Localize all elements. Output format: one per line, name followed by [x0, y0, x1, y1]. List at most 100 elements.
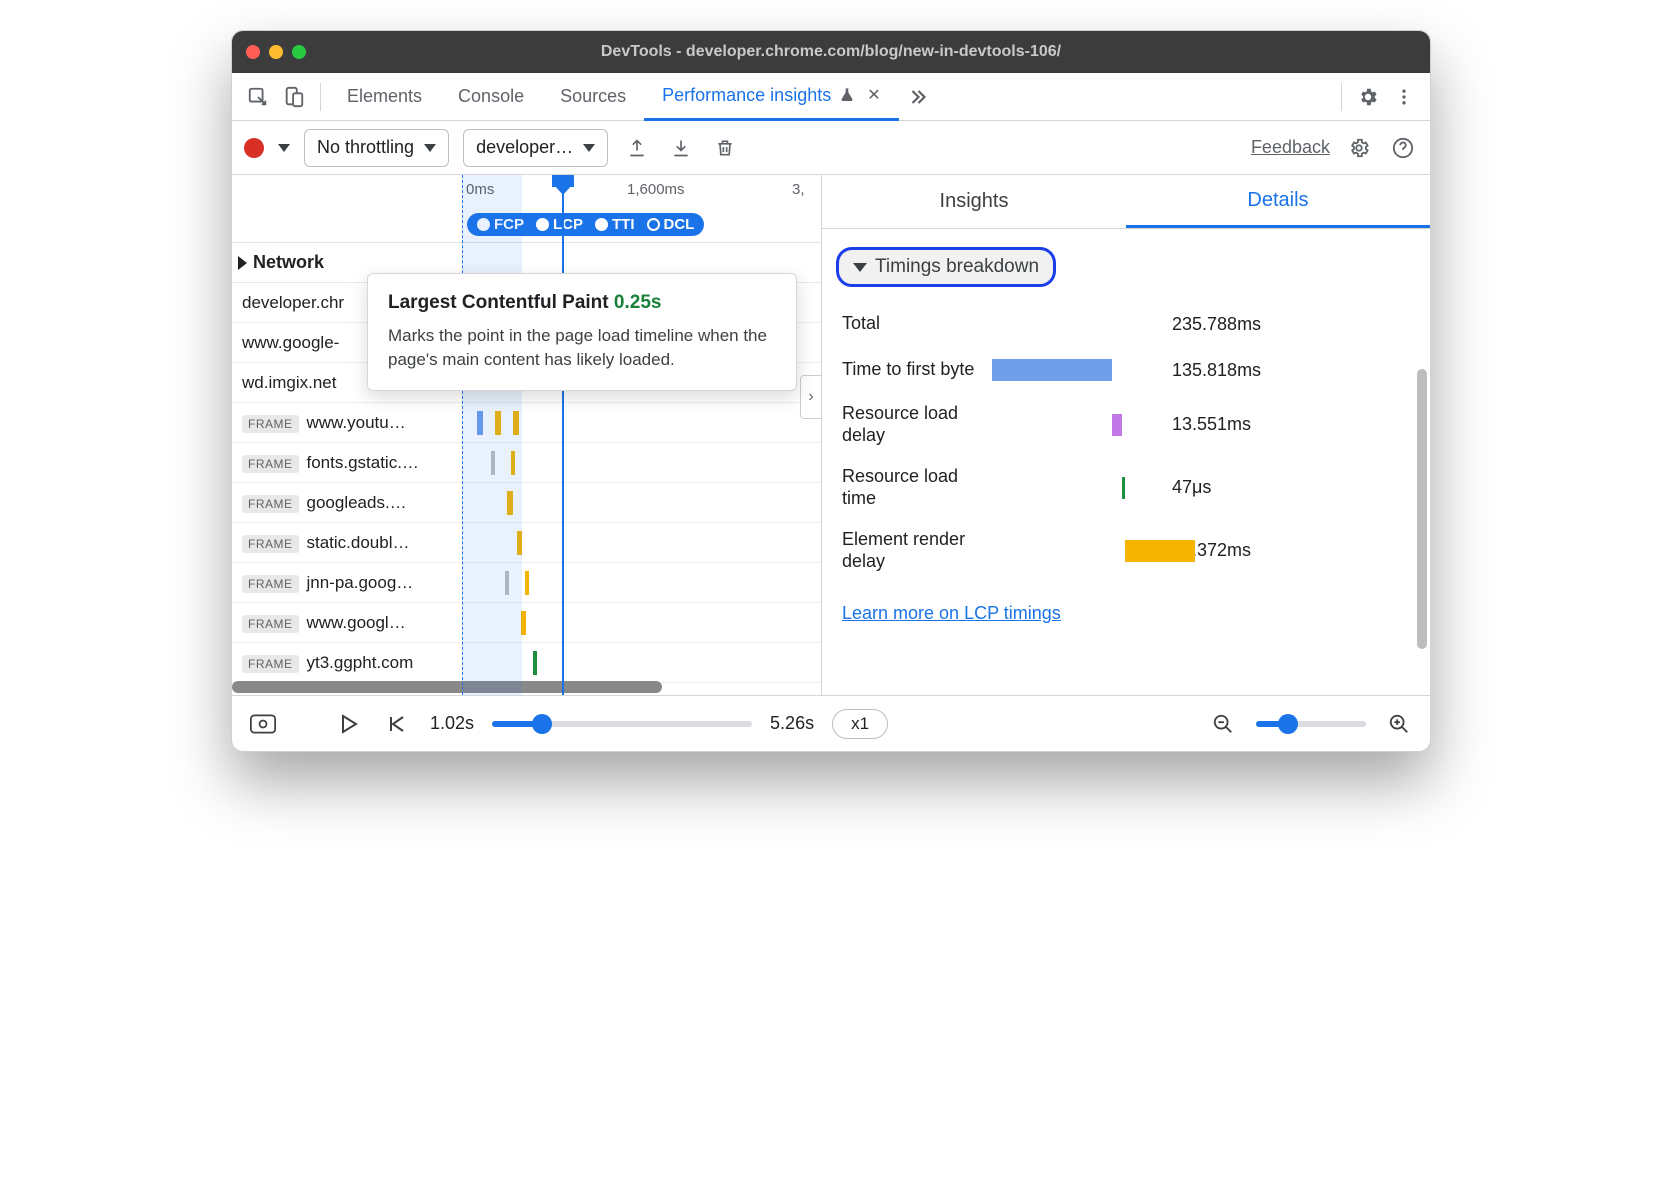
frame-badge: FRAME — [242, 455, 299, 473]
collapse-triangle-icon — [853, 263, 867, 272]
tab-console[interactable]: Console — [440, 73, 542, 121]
traffic-lights — [246, 45, 306, 59]
preview-toggle-icon[interactable] — [248, 709, 278, 739]
timeline-header: 0ms 1,600ms 3, FCP LCP TTI DCL — [232, 175, 821, 243]
dot-icon — [595, 218, 608, 231]
help-icon[interactable] — [1388, 133, 1418, 163]
frame-badge: FRAME — [242, 575, 299, 593]
request-bar[interactable] — [525, 571, 529, 595]
timing-value: 135.818ms — [1172, 360, 1261, 381]
timing-label: Resource load delay — [842, 403, 982, 446]
pane-expand-button[interactable]: › — [800, 375, 822, 419]
throttling-label: No throttling — [317, 137, 414, 158]
performance-toolbar: No throttling developer… Feedback — [232, 121, 1430, 175]
timing-row-total: Total 235.788ms — [842, 301, 1410, 347]
main-tab-bar: Elements Console Sources Performance ins… — [232, 73, 1430, 121]
ruler-tick: 1,600ms — [627, 181, 685, 198]
panel-settings-gear-icon[interactable] — [1344, 133, 1374, 163]
frame-badge: FRAME — [242, 615, 299, 633]
network-row[interactable]: FRAME www.googl… — [232, 603, 821, 643]
chevron-down-icon — [583, 144, 595, 152]
tab-label: Performance insights — [662, 85, 831, 106]
timeline-slider[interactable] — [492, 721, 752, 727]
scrollbar-thumb[interactable] — [232, 681, 662, 693]
network-row[interactable]: FRAME fonts.gstatic.… — [232, 443, 821, 483]
network-host-label: yt3.ggpht.com — [307, 653, 414, 672]
time-start: 1.02s — [430, 713, 474, 734]
playback-speed[interactable]: x1 — [832, 709, 888, 739]
learn-more-link[interactable]: Learn more on LCP timings — [842, 603, 1410, 624]
throttling-select[interactable]: No throttling — [304, 129, 449, 167]
network-host-label: googleads.… — [307, 493, 407, 512]
export-icon[interactable] — [622, 133, 652, 163]
network-row[interactable]: FRAMEwww.youtu… — [232, 403, 821, 443]
timing-bar — [1112, 414, 1122, 436]
timing-label: Element render delay — [842, 529, 982, 572]
delete-icon[interactable] — [710, 133, 740, 163]
ruler-tick: 3, — [792, 181, 805, 198]
vertical-scrollbar[interactable] — [1414, 229, 1430, 695]
timing-value: 13.551ms — [1172, 414, 1251, 435]
settings-gear-icon[interactable] — [1350, 79, 1386, 115]
network-host-label: www.google- — [242, 333, 339, 352]
network-row[interactable]: FRAMEjnn-pa.goog… — [232, 563, 821, 603]
titlebar: DevTools - developer.chrome.com/blog/new… — [232, 31, 1430, 73]
right-tabs: Insights Details — [822, 175, 1430, 229]
network-host-label: fonts.gstatic.… — [307, 453, 419, 472]
timings-breakdown-header[interactable]: Timings breakdown — [836, 247, 1056, 287]
play-button[interactable] — [334, 709, 364, 739]
minimize-window-button[interactable] — [269, 45, 283, 59]
request-bar[interactable] — [533, 651, 537, 675]
timing-row-ttfb: Time to first byte 135.818ms — [842, 347, 1410, 393]
device-toolbar-icon[interactable] — [276, 79, 312, 115]
zoom-out-icon[interactable] — [1208, 709, 1238, 739]
zoom-slider[interactable] — [1256, 721, 1366, 727]
inspect-element-icon[interactable] — [240, 79, 276, 115]
network-row[interactable]: FRAMEstatic.doubl… — [232, 523, 821, 563]
slider-thumb[interactable] — [532, 714, 552, 734]
horizontal-scrollbar[interactable] — [232, 677, 821, 695]
maximize-window-button[interactable] — [292, 45, 306, 59]
tab-details[interactable]: Details — [1126, 175, 1430, 228]
record-button[interactable] — [244, 138, 264, 158]
playback-footer: 1.02s 5.26s x1 — [232, 695, 1430, 751]
frame-badge: FRAME — [242, 415, 299, 433]
timing-value: 235.788ms — [1172, 314, 1261, 335]
import-icon[interactable] — [666, 133, 696, 163]
network-host-label: www.googl… — [307, 613, 406, 632]
tab-insights[interactable]: Insights — [822, 175, 1126, 228]
rewind-button[interactable] — [382, 709, 412, 739]
flask-icon — [839, 86, 855, 104]
origin-label: developer… — [476, 137, 573, 158]
frame-badge: FRAME — [242, 655, 299, 673]
zoom-in-icon[interactable] — [1384, 709, 1414, 739]
details-pane: Insights Details Timings breakdown Total… — [822, 175, 1430, 695]
devtools-window: DevTools - developer.chrome.com/blog/new… — [231, 30, 1431, 752]
marker-tti[interactable]: TTI — [595, 216, 635, 233]
close-tab-icon[interactable]: ✕ — [867, 85, 880, 105]
timing-label: Resource load time — [842, 466, 982, 509]
network-host-label: wd.imgix.net — [242, 373, 336, 392]
network-row[interactable]: FRAME googleads.… — [232, 483, 821, 523]
chevron-down-icon — [424, 144, 436, 152]
slider-thumb[interactable] — [1278, 714, 1298, 734]
kebab-menu-icon[interactable] — [1386, 79, 1422, 115]
record-dropdown-icon[interactable] — [278, 144, 290, 152]
frame-badge: FRAME — [242, 495, 299, 513]
close-window-button[interactable] — [246, 45, 260, 59]
marker-lcp[interactable]: LCP — [536, 216, 583, 233]
tab-sources[interactable]: Sources — [542, 73, 644, 121]
playhead-marker[interactable] — [562, 175, 564, 695]
timing-bar — [1125, 540, 1195, 562]
scrollbar-thumb[interactable] — [1417, 369, 1427, 649]
tab-performance-insights[interactable]: Performance insights ✕ — [644, 73, 898, 121]
origin-select[interactable]: developer… — [463, 129, 608, 167]
more-tabs-icon[interactable] — [899, 79, 935, 115]
tab-elements[interactable]: Elements — [329, 73, 440, 121]
divider — [1341, 83, 1342, 111]
timing-row-rld: Resource load delay 13.551ms — [842, 393, 1410, 456]
timing-label: Total — [842, 313, 982, 335]
marker-dcl[interactable]: DCL — [647, 216, 695, 233]
feedback-link[interactable]: Feedback — [1251, 137, 1330, 158]
tooltip-time: 0.25s — [614, 292, 662, 313]
